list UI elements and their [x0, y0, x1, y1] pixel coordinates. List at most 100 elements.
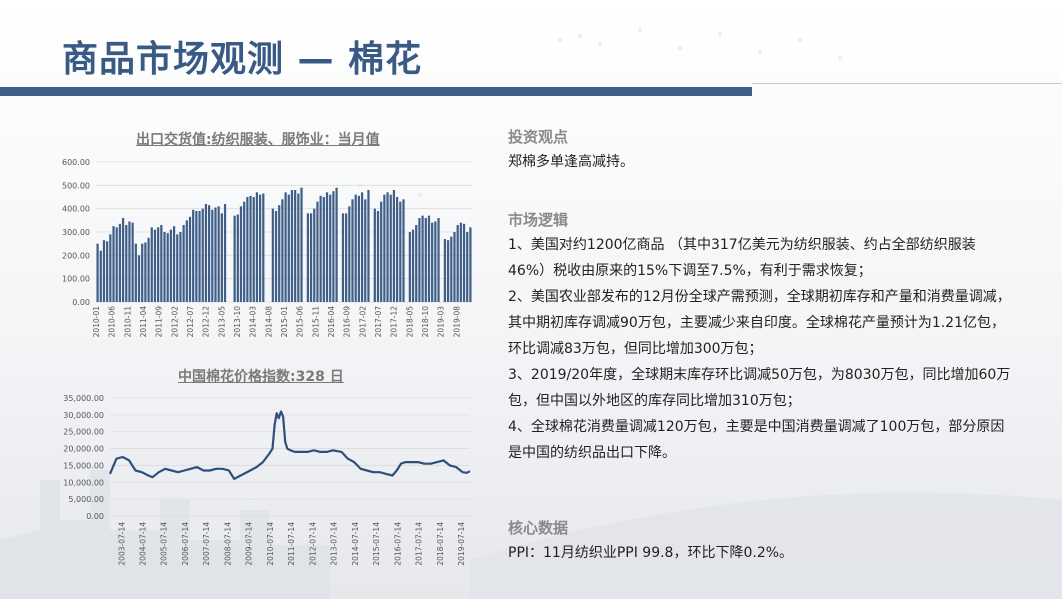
x-tick-label: 2017-12: [390, 306, 399, 338]
bar: [462, 223, 466, 302]
x-tick-label: 2012-02: [170, 306, 179, 338]
bar: [300, 187, 303, 302]
bar: [106, 241, 109, 302]
x-tick-label: 2015-01: [280, 306, 289, 338]
bar: [217, 206, 220, 302]
y-tick-label: 15,000.00: [63, 461, 104, 470]
bar: [281, 199, 284, 302]
x-tick-label: 2017-07-14: [415, 522, 424, 566]
bar: [147, 237, 150, 302]
bar: [220, 213, 223, 302]
x-tick-label: 2015-06: [296, 306, 305, 338]
bar: [380, 201, 383, 302]
x-tick-label: 2006-07-14: [181, 522, 190, 566]
bar: [144, 242, 147, 302]
y-tick-label: 400.00: [62, 205, 90, 214]
y-tick-label: 600.00: [62, 158, 90, 167]
y-tick-label: 200.00: [62, 251, 90, 260]
bar: [192, 209, 195, 302]
bar: [332, 191, 335, 302]
bar: [252, 197, 255, 302]
export-chart-title: 出口交货值:纺织服装、服饰业：当月值: [136, 132, 380, 148]
bar: [383, 194, 386, 302]
bar: [188, 216, 192, 302]
bar: [141, 243, 144, 302]
bar: [415, 225, 418, 302]
bar: [223, 204, 227, 302]
bar: [278, 205, 281, 302]
bar: [287, 194, 290, 302]
bar: [172, 226, 176, 302]
bar: [357, 195, 360, 302]
x-tick-label: 2010-11: [123, 306, 132, 338]
bar: [179, 232, 182, 302]
bar: [309, 213, 313, 302]
price-series-line: [108, 410, 471, 480]
bar: [402, 199, 405, 302]
export-value-bar-chart: 600.00 500.00 400.00 300.00 200.00 100.00 0.00…: [62, 158, 472, 338]
bar: [427, 215, 431, 302]
market-logic-item: 2、美国农业部发布的12月份全球产需预测，全球期初库存和产量和消费量调减，其中期…: [508, 289, 1011, 357]
bar: [389, 194, 392, 302]
x-tick-label: 2009-07-14: [245, 522, 254, 566]
x-tick-label: 2016-07-14: [393, 522, 402, 566]
bar: [274, 211, 278, 302]
bar: [214, 207, 217, 302]
x-tick-label: 2013-10: [233, 306, 242, 338]
bar: [157, 227, 160, 302]
x-tick-label: 2004-07-14: [138, 522, 147, 566]
market-logic-list: 1、美国对约1200亿商品 （其中317亿美元为纺织服装、约占全部纺织服装46%…: [508, 232, 1013, 466]
bar: [284, 192, 287, 302]
investment-view-heading: 投资观点: [508, 128, 569, 146]
y-tick-label: 35,000.00: [63, 394, 104, 403]
bar: [424, 218, 427, 302]
bar: [367, 190, 370, 302]
bar: [153, 229, 157, 302]
bar: [125, 225, 128, 302]
bar: [185, 220, 188, 302]
bar: [437, 218, 440, 302]
bar: [99, 250, 102, 302]
x-tick-label: 2017-02: [358, 306, 367, 338]
x-tick-label: 2019-08: [452, 306, 461, 338]
x-tick-label: 2014-07-14: [351, 522, 360, 566]
bar: [112, 226, 115, 302]
y-tick-label: 0.00: [86, 512, 104, 521]
bar: [322, 197, 325, 302]
bar: [176, 234, 179, 302]
bar: [297, 193, 300, 302]
bar: [290, 190, 294, 302]
y-tick-label: 10,000.00: [63, 478, 104, 487]
y-tick-label: 25,000.00: [63, 428, 104, 437]
bar: [166, 233, 169, 302]
bar: [195, 211, 198, 302]
bar: [121, 218, 125, 302]
x-tick-label: 2011-04: [139, 306, 148, 338]
x-tick-label: 2012-12: [202, 306, 211, 338]
bar: [313, 208, 316, 302]
x-tick-label: 2016-04: [327, 306, 336, 338]
bar: [294, 190, 297, 302]
x-tick-label: 2005-07-14: [160, 522, 169, 566]
x-tick-label: 2012-07: [186, 306, 195, 338]
bar: [239, 206, 243, 302]
bar: [169, 229, 172, 302]
x-tick-label: 2013-05: [217, 306, 226, 338]
bar: [150, 227, 153, 302]
bar: [128, 221, 131, 302]
bar: [163, 232, 166, 302]
x-tick-label: 2014-08: [264, 306, 273, 338]
bar: [319, 195, 322, 302]
x-tick-label: 2010-07-14: [266, 522, 275, 566]
cotton-price-line-chart: 35,000.00 30,000.00 25,000.00 20,000.00 15,0…: [63, 394, 471, 566]
x-tick-label: 2010-06: [108, 306, 117, 338]
bar: [456, 225, 459, 302]
y-tick-label: 20,000.00: [63, 445, 104, 454]
bar: [446, 240, 450, 302]
bar: [392, 190, 396, 302]
x-tick-label: 2008-07-14: [223, 522, 232, 566]
bar: [131, 222, 134, 302]
x-tick-label: 2011-07-14: [287, 522, 296, 566]
bar: [408, 232, 411, 302]
bar: [396, 197, 399, 302]
